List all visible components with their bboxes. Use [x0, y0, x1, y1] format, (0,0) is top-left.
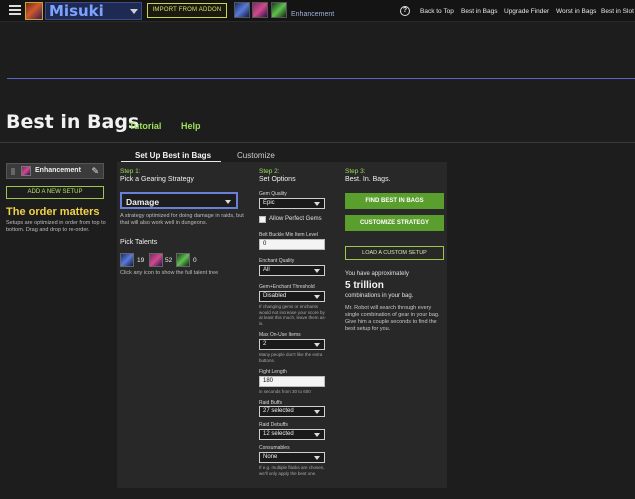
nav-worst-in-bags[interactable]: Worst in Bags	[556, 8, 596, 15]
load-custom-setup-button[interactable]: LOAD A CUSTOM SETUP	[345, 246, 444, 260]
order-matters-heading: The order matters	[6, 206, 100, 218]
character-selector[interactable]: Misuki	[45, 2, 142, 20]
fight-length-note: in seconds from 30 to 600	[259, 389, 311, 394]
decorative-divider	[7, 78, 635, 79]
enhancement-talent-count: 52	[165, 257, 173, 264]
belt-buckle-label: Belt Buckle Min Item Level	[259, 232, 318, 238]
chevron-down-icon	[314, 410, 320, 414]
gem-quality-value: Epic	[263, 200, 275, 206]
chevron-down-icon	[314, 295, 320, 299]
gem-quality-label: Gem Quality	[259, 191, 287, 197]
fight-length-input[interactable]: 180	[259, 376, 325, 387]
step2-label: Step 2:	[259, 168, 280, 175]
step3-title: Best. In. Bags.	[345, 176, 391, 183]
enhancement-spec-icon	[21, 166, 31, 176]
consumables-select[interactable]: None	[259, 452, 325, 463]
step1-title: Pick a Gearing Strategy	[120, 176, 194, 183]
tab-customize[interactable]: Customize	[237, 151, 275, 160]
strategy-description: A strategy optimized for doing damage in…	[120, 213, 244, 226]
gem-quality-select[interactable]: Epic	[259, 198, 325, 209]
customize-strategy-button[interactable]: CUSTOMIZE STRATEGY	[345, 215, 444, 231]
pencil-icon[interactable]: ✎	[91, 166, 99, 176]
gem-enchant-threshold-value: Disabled	[263, 293, 287, 299]
elemental-talent-icon[interactable]	[120, 253, 134, 267]
consumables-label: Consumables	[259, 445, 290, 451]
nav-best-in-bags[interactable]: Best in Bags	[461, 8, 498, 15]
chevron-down-icon	[314, 269, 320, 273]
chevron-down-icon	[314, 456, 320, 460]
elemental-talent-count: 19	[137, 257, 145, 264]
step3-label: Step 3:	[345, 168, 366, 175]
elemental-spec-icon[interactable]	[234, 2, 250, 18]
chevron-down-icon	[314, 202, 320, 206]
max-onuse-note: Many people don't like the extra buttons…	[259, 352, 323, 363]
combinations-subtext: combinations in your bag.	[345, 293, 414, 299]
combinations-count: 5 trillion	[345, 280, 384, 291]
allow-perfect-gems-label: Allow Perfect Gems	[269, 216, 322, 222]
raid-debuffs-label: Raid Debuffs	[259, 422, 288, 428]
nav-back-to-top[interactable]: Back to Top	[420, 8, 454, 15]
find-best-in-bags-button[interactable]: FIND BEST IN BAGS	[345, 193, 444, 209]
max-onuse-select[interactable]: 2	[259, 339, 325, 350]
chevron-down-icon	[225, 200, 231, 204]
raid-buffs-value: 27 selected	[263, 408, 294, 414]
chevron-down-icon	[314, 343, 320, 347]
raid-buffs-select[interactable]: 27 selected	[259, 406, 325, 417]
raid-debuffs-value: 12 selected	[263, 431, 294, 437]
tutorial-link[interactable]: Tutorial	[129, 121, 161, 131]
robot-description: Mr. Robot will search through every sing…	[345, 305, 440, 332]
enhancement-talent-icon[interactable]	[149, 253, 163, 267]
restoration-spec-icon[interactable]	[271, 2, 287, 18]
chevron-down-icon	[130, 9, 138, 14]
consumables-note: If e.g. multiple flasks are chosen, we'l…	[259, 465, 325, 476]
step2-title: Set Options	[259, 176, 296, 183]
drag-handle-icon[interactable]	[11, 168, 15, 175]
max-onuse-label: Max On-Use Items	[259, 332, 301, 338]
max-onuse-value: 2	[263, 341, 267, 347]
consumables-value: None	[263, 454, 278, 460]
approx-text: You have approximately	[345, 271, 409, 277]
gem-enchant-threshold-select[interactable]: Disabled	[259, 291, 325, 302]
enchant-quality-select[interactable]: All	[259, 265, 325, 276]
add-setup-button[interactable]: ADD A NEW SETUP	[6, 186, 104, 199]
fight-length-value: 180	[263, 378, 274, 384]
order-matters-description: Setups are optimized in order from top t…	[6, 220, 106, 233]
setup-card[interactable]: Enhancement ✎	[6, 163, 104, 179]
belt-buckle-value: 0	[263, 241, 267, 247]
raid-debuffs-select[interactable]: 12 selected	[259, 429, 325, 440]
import-from-addon-button[interactable]: IMPORT FROM ADDON	[147, 3, 227, 18]
title-divider	[0, 142, 635, 143]
gem-enchant-threshold-label: Gem+Enchant Threshold	[259, 284, 315, 290]
setup-name: Enhancement	[35, 167, 81, 174]
tab-set-up-best-in-bags[interactable]: Set Up Best in Bags	[135, 151, 211, 160]
page-title: Best in Bags	[6, 111, 140, 133]
enchant-quality-value: All	[263, 267, 270, 273]
nav-best-in-slot[interactable]: Best in Slot	[601, 8, 634, 15]
top-bar: Misuki IMPORT FROM ADDON Enhancement ? B…	[0, 0, 635, 22]
help-icon[interactable]: ?	[400, 6, 410, 16]
fight-length-label: Fight Length	[259, 369, 287, 375]
enhancement-spec-icon[interactable]	[252, 2, 268, 18]
chevron-down-icon	[314, 433, 320, 437]
gem-enchant-threshold-note: If changing gems or enchants would not i…	[259, 304, 327, 326]
menu-icon[interactable]	[9, 5, 21, 15]
restoration-talent-icon[interactable]	[176, 253, 190, 267]
nav-upgrade-finder[interactable]: Upgrade Finder	[504, 8, 549, 15]
restoration-talent-count: 0	[193, 257, 197, 264]
belt-buckle-input[interactable]: 0	[259, 239, 325, 250]
talents-hint: Click any icon to show the full talent t…	[120, 270, 219, 276]
character-class-icon[interactable]	[25, 2, 43, 20]
allow-perfect-gems-checkbox[interactable]	[259, 216, 266, 223]
step1-label: Step 1:	[120, 168, 141, 175]
spec-label: Enhancement	[291, 11, 335, 18]
character-name: Misuki	[49, 2, 104, 20]
gearing-strategy-select[interactable]: Damage	[120, 192, 238, 209]
pick-talents-heading: Pick Talents	[120, 239, 158, 246]
gearing-strategy-value: Damage	[126, 197, 160, 207]
enchant-quality-label: Enchant Quality	[259, 258, 295, 264]
help-link[interactable]: Help	[181, 121, 201, 131]
